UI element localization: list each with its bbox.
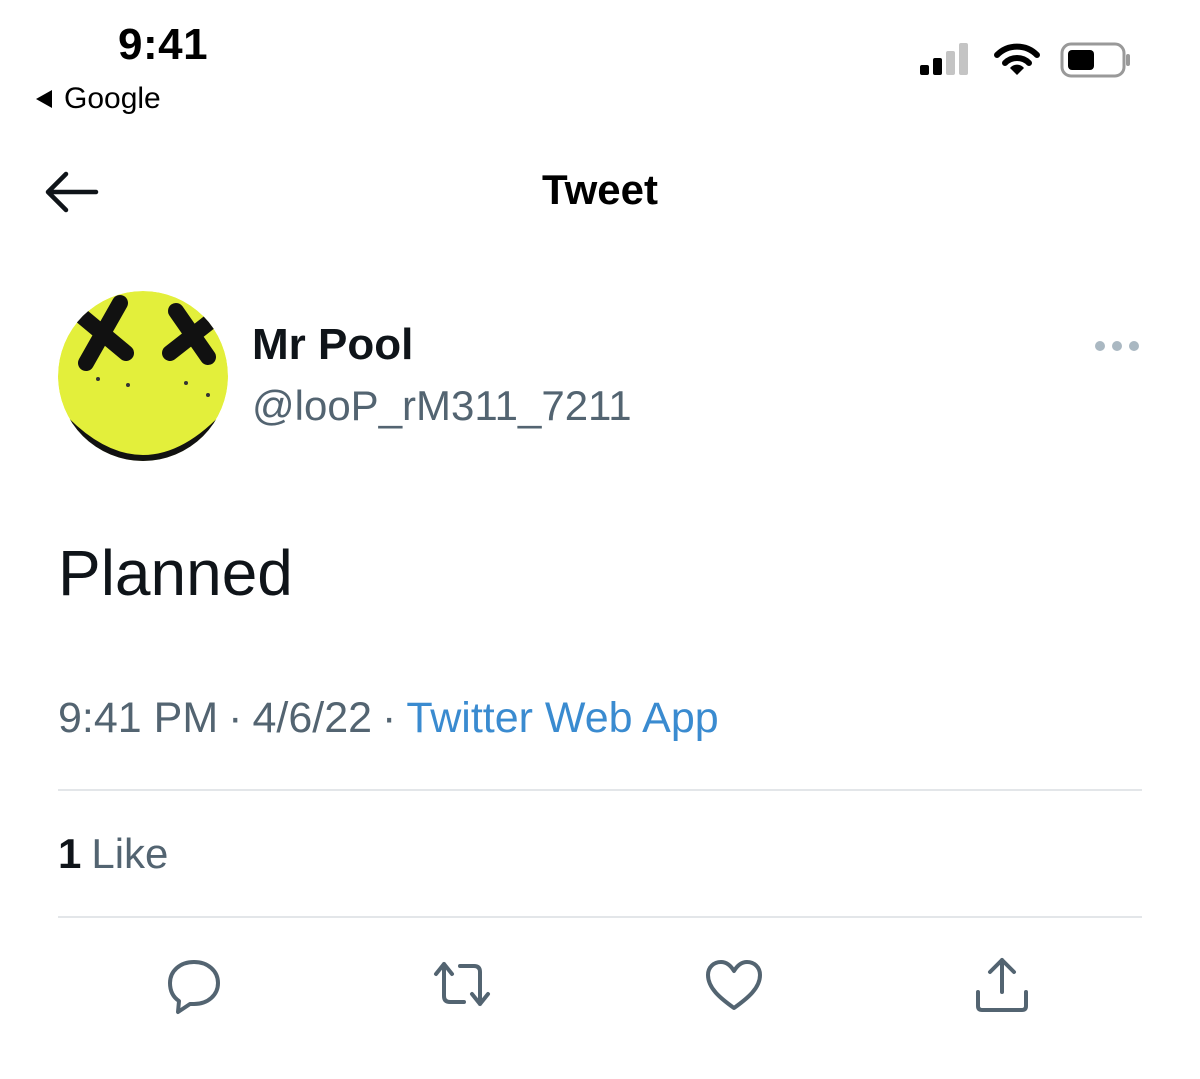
cellular-signal-icon [920, 43, 968, 75]
meta-separator: · [382, 694, 397, 742]
heart-icon [706, 960, 762, 1010]
likes-count: 1 [58, 830, 82, 877]
status-time: 9:41 [118, 20, 209, 69]
tweet-date[interactable]: 4/6/22 [252, 694, 372, 742]
like-button[interactable] [702, 954, 766, 1018]
battery-icon [1060, 42, 1130, 78]
reply-icon [168, 960, 220, 1014]
reply-button[interactable] [162, 954, 226, 1018]
author-handle[interactable]: @looP_rM311_7211 [252, 382, 632, 430]
back-app-label: Google [64, 82, 161, 115]
divider [58, 916, 1142, 918]
more-options-icon[interactable] [1094, 338, 1140, 354]
tweet-metadata: 9:41 PM · 4/6/22 · Twitter Web App [58, 694, 719, 743]
author-display-name[interactable]: Mr Pool [252, 320, 413, 370]
likes-count-link[interactable]: 1 Like [58, 830, 168, 878]
status-icons [920, 42, 1132, 78]
back-to-app-button[interactable]: Google [36, 82, 161, 116]
avatar[interactable] [58, 291, 228, 461]
smiley-avatar-image [58, 291, 228, 461]
meta-separator: · [228, 694, 243, 742]
tweet-time[interactable]: 9:41 PM [58, 694, 218, 742]
tweet-source-link[interactable]: Twitter Web App [406, 694, 718, 742]
share-button[interactable] [970, 952, 1034, 1016]
tweet-text: Planned [58, 537, 293, 609]
back-triangle-icon [36, 90, 52, 108]
page-title: Tweet [542, 166, 658, 213]
likes-label: Like [91, 830, 169, 877]
retweet-icon [434, 962, 490, 1006]
divider [58, 789, 1142, 791]
share-icon [976, 958, 1028, 1012]
retweet-button[interactable] [430, 952, 494, 1016]
wifi-icon [994, 43, 1040, 75]
